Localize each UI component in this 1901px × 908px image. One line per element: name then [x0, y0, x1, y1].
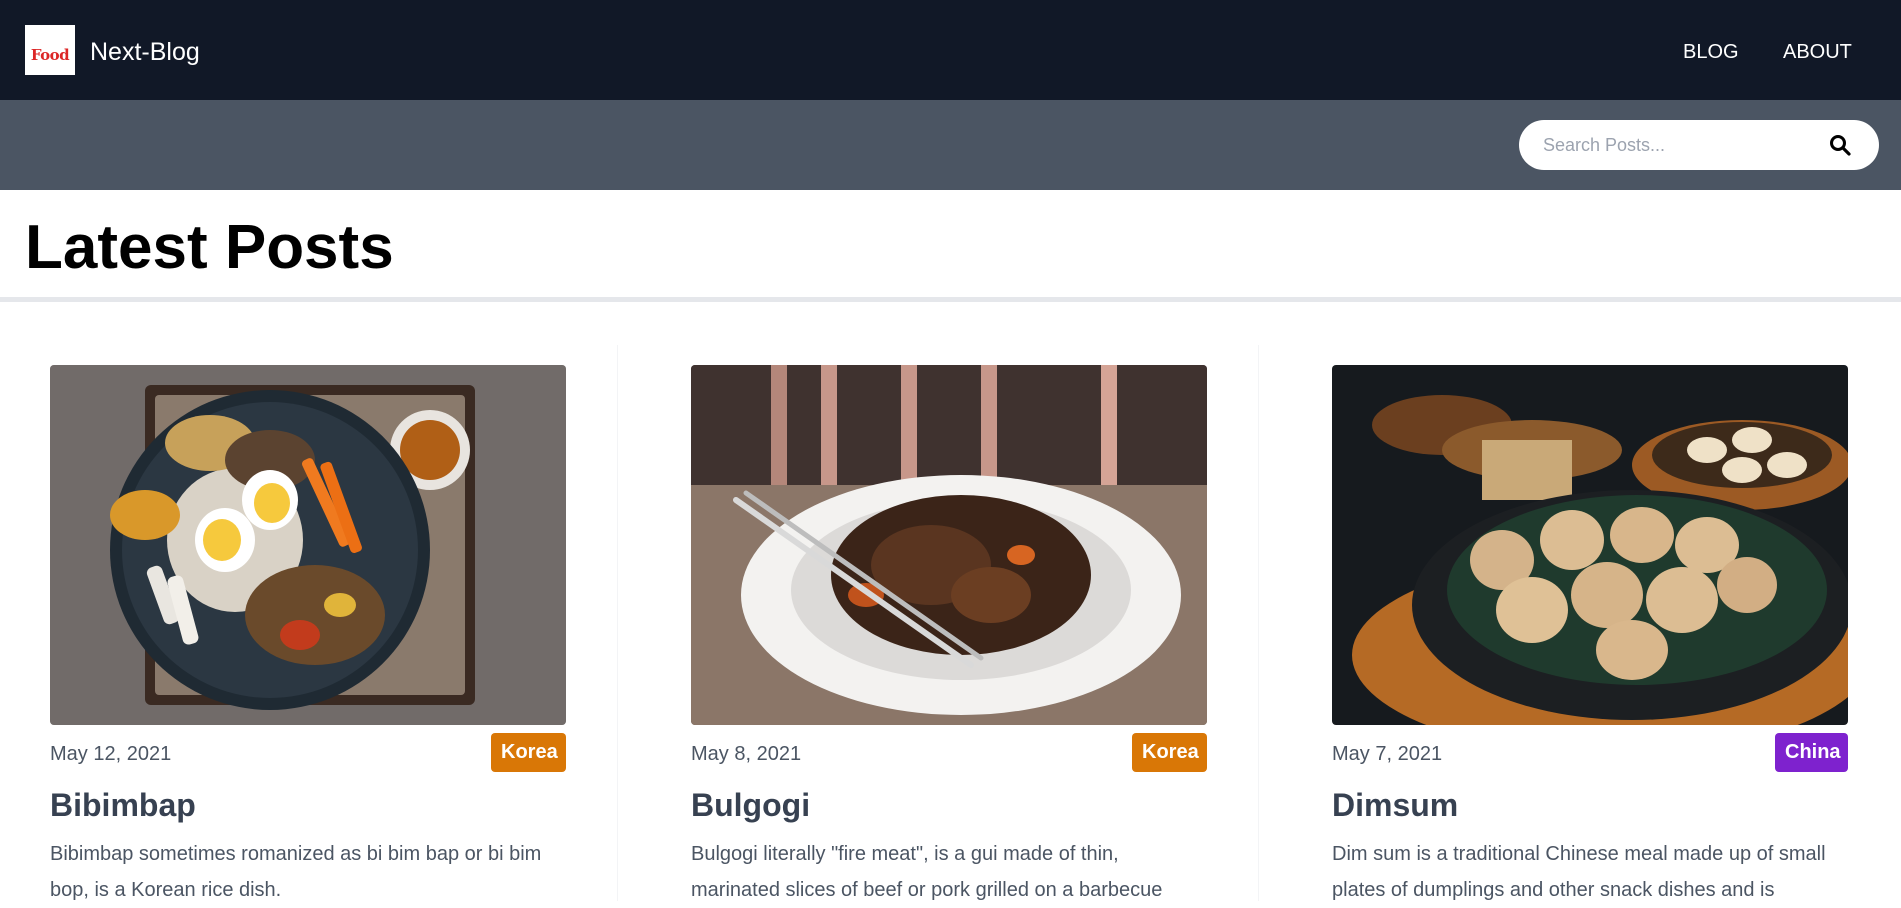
- post-excerpt: Bulgogi literally "fire meat", is a gui …: [691, 843, 1163, 901]
- nav-link-blog[interactable]: BLOG: [1683, 40, 1739, 64]
- top-navbar: [0, 0, 1901, 100]
- nav-link-about[interactable]: ABOUT: [1783, 40, 1852, 64]
- post-excerpt: Bibimbap sometimes romanized as bi bim b…: [50, 843, 542, 901]
- site-logo[interactable]: Food: [25, 25, 75, 75]
- post-date: May 7, 2021: [1332, 743, 1443, 765]
- post-image-dimsum[interactable]: [1332, 365, 1848, 725]
- card-divider: [1258, 345, 1259, 901]
- post-title-bulgogi[interactable]: Bulgogi: [691, 785, 810, 825]
- post-title-bibimbap[interactable]: Bibimbap: [50, 785, 196, 825]
- post-excerpt: Dim sum is a traditional Chinese meal ma…: [1332, 843, 1826, 901]
- card-divider: [617, 345, 618, 901]
- category-badge-korea[interactable]: Korea: [1132, 733, 1207, 772]
- category-badge-korea[interactable]: Korea: [491, 733, 566, 772]
- post-image-bibimbap[interactable]: [50, 365, 566, 725]
- post-date: May 8, 2021: [691, 743, 802, 765]
- post-image-bulgogi[interactable]: [691, 365, 1207, 725]
- logo-wordmark: Food: [30, 46, 70, 64]
- category-badge-china[interactable]: China: [1775, 733, 1848, 772]
- post-date: May 12, 2021: [50, 743, 172, 765]
- page-title: Latest Posts: [25, 213, 394, 282]
- site-brand[interactable]: Next-Blog: [90, 37, 200, 67]
- search-box: [1519, 120, 1879, 170]
- post-title-dimsum[interactable]: Dimsum: [1332, 785, 1458, 825]
- search-input[interactable]: [1543, 133, 1823, 157]
- search-icon[interactable]: [1828, 133, 1852, 157]
